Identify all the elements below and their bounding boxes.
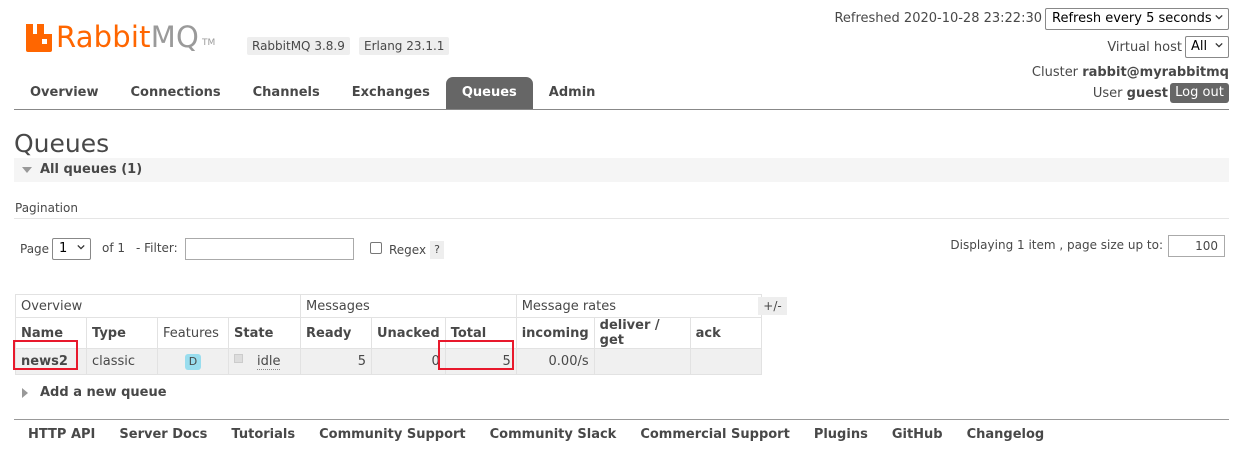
ready-count-cell: 5 <box>300 348 372 375</box>
tab-overview[interactable]: Overview <box>14 77 115 109</box>
footer-link-github[interactable]: GitHub <box>892 427 943 442</box>
logout-button[interactable]: Log out <box>1170 83 1229 103</box>
nav-divider <box>14 109 1229 110</box>
footer-link-community-slack[interactable]: Community Slack <box>490 427 617 442</box>
highlight-box-queue-name <box>13 340 78 370</box>
highlight-box-total <box>438 340 514 370</box>
triangle-right-icon <box>22 387 28 398</box>
group-header-overview: Overview <box>15 294 301 318</box>
footer-link-plugins[interactable]: Plugins <box>814 427 868 442</box>
queues-table: Overview Messages Message rates Name Typ… <box>15 294 762 375</box>
page-title: Queues <box>14 129 110 158</box>
column-header-incoming[interactable]: incoming <box>515 317 595 349</box>
section-title: All queues (1) <box>40 162 143 177</box>
footer-links: HTTP API Server Docs Tutorials Community… <box>16 427 1056 442</box>
tab-connections[interactable]: Connections <box>115 77 237 109</box>
unacked-count-cell: 0 <box>371 348 446 375</box>
chevron-down-icon <box>77 244 85 250</box>
table-row: news2 classic D idle 5 0 5 0.00/s <box>15 348 762 375</box>
queue-state-label: idle <box>257 354 281 370</box>
chevron-down-icon <box>1215 14 1223 20</box>
page-label: Page <box>20 242 50 256</box>
refreshed-timestamp: Refreshed 2020-10-28 23:22:30 <box>834 11 1042 26</box>
pagination-divider <box>14 218 1229 219</box>
footer-link-community-support[interactable]: Community Support <box>319 427 466 442</box>
regex-label: Regex <box>389 243 427 257</box>
ack-rate-cell <box>689 348 762 375</box>
main-nav: Overview Connections Channels Exchanges … <box>14 77 611 109</box>
cluster-label: Cluster <box>1031 65 1079 80</box>
footer-link-server-docs[interactable]: Server Docs <box>119 427 207 442</box>
durable-feature-badge: D <box>185 353 201 370</box>
user-value: guest <box>1126 86 1168 101</box>
column-header-unacked[interactable]: Unacked <box>371 317 446 349</box>
add-queue-label: Add a new queue <box>40 385 167 400</box>
rabbitmq-logo-icon <box>26 24 52 52</box>
column-header-type[interactable]: Type <box>86 317 158 349</box>
footer-link-tutorials[interactable]: Tutorials <box>231 427 295 442</box>
column-header-ready[interactable]: Ready <box>300 317 372 349</box>
group-header-message-rates: Message rates <box>515 294 762 318</box>
queue-state-cell: idle <box>228 348 301 375</box>
page-count-label: of 1 <box>102 241 126 255</box>
filter-input[interactable] <box>185 238 354 260</box>
tab-admin[interactable]: Admin <box>533 77 612 109</box>
footer-link-changelog[interactable]: Changelog <box>967 427 1045 442</box>
tab-queues[interactable]: Queues <box>445 77 533 109</box>
cluster-value: rabbit@myrabbitmq <box>1082 65 1229 80</box>
tab-channels[interactable]: Channels <box>237 77 336 109</box>
virtual-host-select[interactable]: All <box>1185 36 1229 58</box>
deliver-get-rate-cell <box>593 348 691 375</box>
user-info: User guest <box>1093 86 1168 101</box>
column-header-state[interactable]: State <box>228 317 301 349</box>
group-header-messages: Messages <box>300 294 517 318</box>
triangle-down-icon <box>22 167 32 173</box>
column-header-features: Features <box>157 317 229 349</box>
erlang-version-badge: Erlang 23.1.1 <box>359 37 450 55</box>
footer-divider <box>14 419 1229 420</box>
add-queue-section-toggle[interactable]: Add a new queue <box>22 385 167 400</box>
logo-trademark: TM <box>201 38 216 48</box>
regex-checkbox[interactable] <box>370 242 382 254</box>
pagination-heading: Pagination <box>15 201 78 215</box>
queue-features-cell: D <box>157 348 229 375</box>
rabbitmq-version-badge: RabbitMQ 3.8.9 <box>247 37 350 55</box>
queue-type-cell: classic <box>86 348 158 375</box>
logo-wordmark: RabbitMQ <box>56 20 199 54</box>
footer-link-http-api[interactable]: HTTP API <box>28 427 95 442</box>
refresh-interval-select[interactable]: Refresh every 5 seconds <box>1045 8 1229 30</box>
page-select[interactable]: 1 <box>52 238 91 260</box>
incoming-rate-cell: 0.00/s <box>515 348 595 375</box>
user-label: User <box>1092 86 1123 101</box>
filter-label: - Filter: <box>136 241 178 255</box>
column-header-ack[interactable]: ack <box>689 317 762 349</box>
chevron-down-icon <box>1215 42 1223 48</box>
page-size-input[interactable]: 100 <box>1168 235 1225 257</box>
tab-exchanges[interactable]: Exchanges <box>336 77 446 109</box>
column-toggle-button[interactable]: +/- <box>758 297 787 315</box>
cluster-info: Cluster rabbit@myrabbitmq <box>1032 65 1229 80</box>
virtual-host-label: Virtual host <box>1107 40 1182 55</box>
rabbitmq-logo[interactable]: RabbitMQ TM <box>26 18 215 52</box>
state-indicator-icon <box>234 354 243 363</box>
all-queues-section-toggle[interactable]: All queues (1) <box>14 158 1229 182</box>
regex-help-button[interactable]: ? <box>430 241 444 259</box>
footer-link-commercial-support[interactable]: Commercial Support <box>640 427 790 442</box>
displaying-count-label: Displaying 1 item , page size up to: <box>950 238 1163 252</box>
column-header-deliver-get[interactable]: deliver / get <box>593 317 691 349</box>
